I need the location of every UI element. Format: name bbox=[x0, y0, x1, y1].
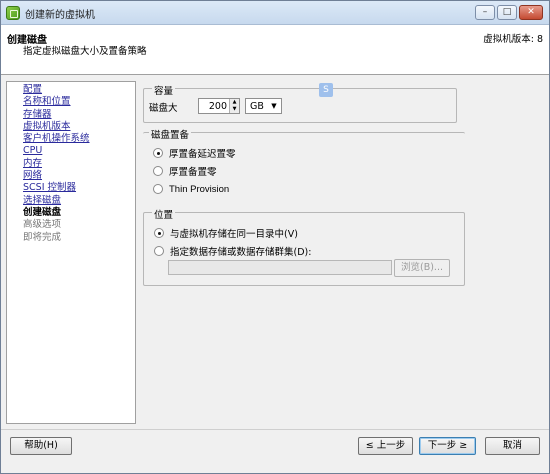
wizard-steps-nav: 配置 名称和位置 存储器 虚拟机版本 客户机操作系统 CPU 内存 网络 SCS… bbox=[6, 81, 136, 424]
radio-label: 与虚拟机存储在同一目录中(V) bbox=[170, 229, 298, 240]
radio-label: Thin Provision bbox=[169, 183, 230, 195]
nav-step[interactable]: 存储器 bbox=[23, 109, 135, 121]
nav-step[interactable]: 选择磁盘 bbox=[23, 195, 135, 207]
radio-thick-lazy-zeroed[interactable]: 厚置备延迟置零 bbox=[153, 147, 236, 160]
page-subtitle: 指定虚拟磁盘大小及置备策略 bbox=[23, 46, 147, 57]
disk-unit-select[interactable]: GB ▼ bbox=[245, 98, 282, 114]
wizard-content: 容量 磁盘大 200 ▲ ▼ GB ▼ 磁盘置备 厚置备延迟置零 厚置备置零 T… bbox=[139, 81, 469, 424]
wizard-header: 创建磁盘 指定虚拟磁盘大小及置备策略 虚拟机版本: 8 bbox=[1, 25, 549, 75]
help-badge-icon[interactable]: S bbox=[319, 83, 333, 97]
radio-thin-provision[interactable]: Thin Provision bbox=[153, 183, 229, 195]
provisioning-legend: 磁盘置备 bbox=[149, 127, 192, 141]
help-button[interactable]: 帮助(H) bbox=[10, 437, 72, 455]
nav-step[interactable]: 名称和位置 bbox=[23, 96, 135, 108]
title-bar[interactable]: 创建新的虚拟机 – □ ✕ bbox=[1, 1, 549, 25]
wizard-window: 创建新的虚拟机 – □ ✕ 创建磁盘 指定虚拟磁盘大小及置备策略 虚拟机版本: … bbox=[0, 0, 550, 474]
next-button[interactable]: 下一步 ≥ bbox=[419, 437, 476, 455]
minimize-button[interactable]: – bbox=[475, 5, 495, 20]
nav-step[interactable]: 客户机操作系统 bbox=[23, 133, 135, 145]
nav-step-current: 创建磁盘 bbox=[23, 206, 62, 218]
nav-step-disabled: 即将完成 bbox=[23, 231, 62, 243]
nav-step[interactable]: 虚拟机版本 bbox=[23, 121, 135, 133]
radio-button[interactable] bbox=[153, 166, 163, 176]
nav-step-disabled: 高级选项 bbox=[23, 219, 62, 231]
chevron-down-icon[interactable]: ▼ bbox=[269, 101, 279, 111]
radio-label: 厚置备置零 bbox=[169, 167, 217, 178]
nav-step[interactable]: 网络 bbox=[23, 170, 135, 182]
vsphere-app-icon bbox=[6, 6, 20, 20]
location-legend: 位置 bbox=[152, 207, 176, 221]
window-title: 创建新的虚拟机 bbox=[25, 10, 95, 21]
footer-divider bbox=[1, 429, 549, 430]
close-button[interactable]: ✕ bbox=[519, 5, 543, 20]
radio-button-checked[interactable] bbox=[153, 148, 163, 158]
radio-thick-eager-zeroed[interactable]: 厚置备置零 bbox=[153, 165, 217, 178]
disk-size-value[interactable]: 200 bbox=[209, 101, 227, 112]
capacity-group: 容量 磁盘大 200 ▲ ▼ GB ▼ bbox=[143, 83, 457, 123]
nav-step[interactable]: CPU bbox=[23, 145, 135, 157]
radio-button[interactable] bbox=[153, 184, 163, 194]
browse-button[interactable]: 浏览(B)... bbox=[394, 259, 450, 277]
nav-step[interactable]: 配置 bbox=[23, 84, 135, 96]
datastore-path-field[interactable] bbox=[168, 260, 392, 275]
nav-step[interactable]: SCSI 控制器 bbox=[23, 182, 135, 194]
spinner-arrows-icon[interactable]: ▲ ▼ bbox=[229, 99, 239, 113]
nav-step[interactable]: 内存 bbox=[23, 158, 135, 170]
disk-size-label: 磁盘大 bbox=[149, 103, 178, 114]
back-button[interactable]: ≤ 上一步 bbox=[358, 437, 413, 455]
disk-size-spinner[interactable]: 200 ▲ ▼ bbox=[198, 98, 240, 114]
maximize-button[interactable]: □ bbox=[497, 5, 517, 20]
capacity-legend: 容量 bbox=[152, 83, 176, 97]
radio-specify-datastore[interactable]: 指定数据存储或数据存储群集(D): bbox=[154, 245, 312, 258]
provisioning-group: 磁盘置备 厚置备延迟置零 厚置备置零 Thin Provision bbox=[143, 127, 465, 202]
radio-same-directory[interactable]: 与虚拟机存储在同一目录中(V) bbox=[154, 227, 298, 240]
radio-label: 指定数据存储或数据存储群集(D): bbox=[170, 247, 312, 258]
disk-unit-value: GB bbox=[250, 101, 264, 112]
cancel-button[interactable]: 取消 bbox=[485, 437, 540, 455]
radio-button[interactable] bbox=[154, 246, 164, 256]
vm-version-label: 虚拟机版本: 8 bbox=[483, 34, 543, 45]
radio-label: 厚置备延迟置零 bbox=[169, 149, 236, 160]
location-group: 位置 与虚拟机存储在同一目录中(V) 指定数据存储或数据存储群集(D): 浏览(… bbox=[143, 207, 465, 286]
radio-button-checked[interactable] bbox=[154, 228, 164, 238]
